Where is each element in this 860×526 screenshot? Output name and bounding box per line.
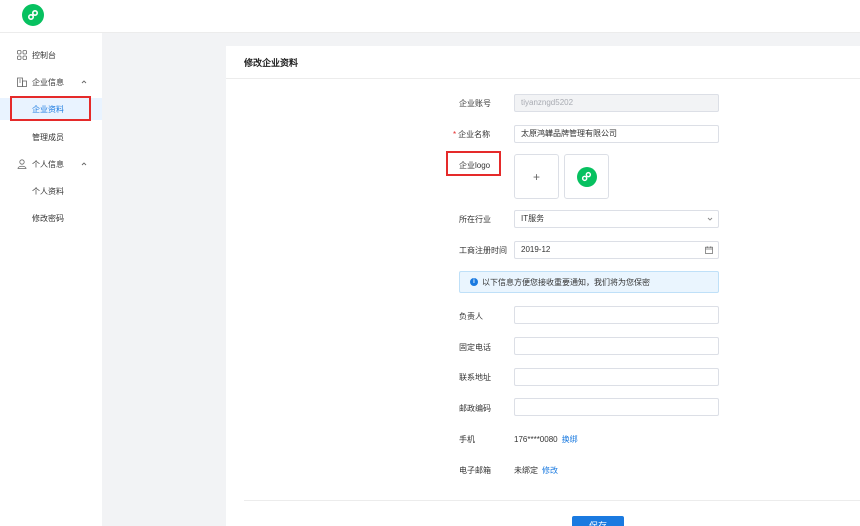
plus-icon: + (532, 169, 540, 184)
calendar-icon (705, 242, 713, 260)
industry-select[interactable]: IT服务 (514, 210, 719, 228)
sidebar-item-label: 个人资料 (32, 186, 64, 196)
reg-time-picker[interactable]: 2019-12 (514, 241, 719, 259)
divider (244, 500, 860, 501)
logo-preview[interactable] (564, 154, 609, 199)
divider (226, 78, 860, 79)
chevron-up-icon (81, 78, 87, 87)
email-value: 未绑定 (514, 466, 538, 475)
logo-upload-button[interactable]: + (514, 154, 559, 199)
account-field: tiyanzngd5202 (514, 94, 719, 112)
link-icon (27, 9, 39, 21)
email-row: 未绑定 修改 (514, 465, 558, 476)
reg-time-label: 工商注册时间 (459, 246, 507, 255)
industry-label: 所在行业 (459, 215, 491, 224)
sidebar-item-label: 管理成员 (32, 132, 64, 142)
highlight-box (446, 151, 501, 176)
notice-text: 以下信息方便您接收重要通知，我们将为您保密 (482, 277, 650, 287)
link-icon (581, 171, 592, 182)
zip-input[interactable] (514, 398, 719, 416)
name-label: 企业名称 (458, 130, 491, 139)
page-title: 修改企业资料 (244, 58, 299, 68)
account-label: 企业账号 (459, 99, 491, 108)
phone-label: 固定电话 (459, 343, 491, 352)
contact-label: 负责人 (459, 312, 483, 321)
edit-email-link[interactable]: 修改 (542, 466, 558, 475)
logo-image (576, 166, 597, 187)
required-mark: * (453, 130, 457, 139)
top-bar (0, 0, 860, 33)
sidebar-group-label: 个人信息 (32, 159, 64, 169)
sidebar-item-dashboard[interactable]: 控制台 (0, 44, 102, 66)
mobile-label: 手机 (459, 435, 475, 444)
chevron-down-icon (707, 211, 713, 228)
name-label-wrap: * 企业名称 (453, 129, 490, 140)
grid-icon (17, 50, 27, 60)
industry-value: IT服务 (521, 214, 545, 223)
info-icon: i (470, 278, 478, 286)
phone-input[interactable] (514, 337, 719, 355)
sidebar-item-label: 修改密码 (32, 213, 64, 223)
address-label: 联系地址 (459, 373, 491, 382)
app-logo[interactable] (22, 4, 44, 26)
save-button[interactable]: 保存 (572, 516, 624, 526)
company-name-input[interactable]: 太原鸿韡品牌管理有限公司 (514, 125, 719, 143)
highlight-box (10, 96, 91, 121)
sidebar-group-enterprise[interactable]: 企业信息 (0, 71, 102, 93)
sidebar-item-personal-profile[interactable]: 个人资料 (0, 180, 102, 202)
rebind-mobile-link[interactable]: 换绑 (562, 435, 578, 444)
sidebar-group-label: 企业信息 (32, 77, 64, 87)
mobile-row: 176****0080 换绑 (514, 434, 578, 445)
contact-input[interactable] (514, 306, 719, 324)
sidebar-item-change-password[interactable]: 修改密码 (0, 207, 102, 229)
sidebar-item-label: 控制台 (32, 50, 56, 60)
building-icon (17, 77, 27, 87)
user-icon (17, 159, 27, 169)
zip-label: 邮政编码 (459, 404, 491, 413)
address-input[interactable] (514, 368, 719, 386)
reg-time-value: 2019-12 (521, 245, 551, 254)
privacy-notice: i 以下信息方便您接收重要通知，我们将为您保密 (459, 271, 719, 293)
sidebar-group-personal[interactable]: 个人信息 (0, 153, 102, 175)
email-label: 电子邮箱 (459, 466, 491, 475)
sidebar-item-manage-members[interactable]: 管理成员 (0, 126, 102, 148)
mobile-value: 176****0080 (514, 435, 558, 444)
chevron-up-icon (81, 160, 87, 169)
